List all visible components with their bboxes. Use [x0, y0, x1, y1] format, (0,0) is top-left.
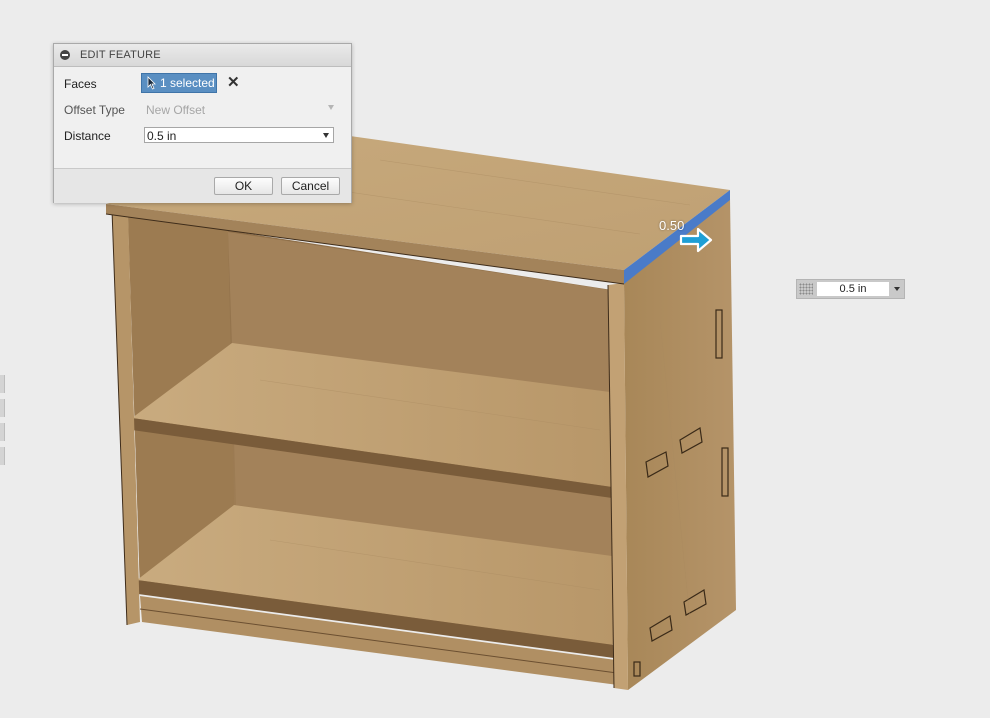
- offset-type-row: Offset Type New Offset: [54, 96, 351, 122]
- side-tab-1[interactable]: [0, 375, 5, 393]
- faces-select-button[interactable]: 1 selected: [141, 73, 217, 93]
- distance-input[interactable]: 0.5 in: [144, 127, 334, 143]
- faces-label: Faces: [64, 77, 97, 91]
- offset-type-label: Offset Type: [64, 103, 125, 117]
- side-tab-3[interactable]: [0, 423, 5, 441]
- cursor-icon: [147, 76, 156, 90]
- distance-row: Distance 0.5 in: [54, 122, 351, 148]
- distance-value[interactable]: 0.5 in: [147, 129, 176, 143]
- clear-selection-icon[interactable]: ✕: [227, 74, 240, 91]
- collapse-icon[interactable]: [60, 50, 70, 60]
- ok-button[interactable]: OK: [214, 177, 273, 195]
- floating-distance-input[interactable]: 0.5 in: [796, 279, 905, 299]
- chevron-down-icon[interactable]: [894, 287, 900, 291]
- offset-type-dropdown[interactable]: New Offset: [146, 103, 334, 117]
- measure-label: 0.50: [659, 218, 685, 233]
- side-tab-2[interactable]: [0, 399, 5, 417]
- edit-feature-dialog: EDIT FEATURE Faces 1 selected ✕ Offset T…: [53, 43, 352, 203]
- dialog-footer: OK Cancel: [54, 169, 351, 203]
- dialog-title: EDIT FEATURE: [80, 49, 161, 61]
- cancel-button[interactable]: Cancel: [281, 177, 340, 195]
- dialog-titlebar[interactable]: EDIT FEATURE: [54, 44, 351, 67]
- faces-select-value: 1 selected: [160, 76, 215, 90]
- floating-distance-value[interactable]: 0.5 in: [817, 282, 889, 296]
- drag-grip-icon[interactable]: [799, 283, 813, 295]
- side-tab-4[interactable]: [0, 447, 5, 465]
- offset-type-value: New Offset: [146, 103, 206, 117]
- chevron-down-icon: [328, 105, 334, 110]
- faces-row: Faces 1 selected ✕: [54, 70, 351, 96]
- right-side-panel: [624, 198, 736, 690]
- chevron-down-icon[interactable]: [323, 133, 329, 138]
- dialog-body: Faces 1 selected ✕ Offset Type New Offse…: [54, 67, 351, 169]
- distance-label: Distance: [64, 129, 111, 143]
